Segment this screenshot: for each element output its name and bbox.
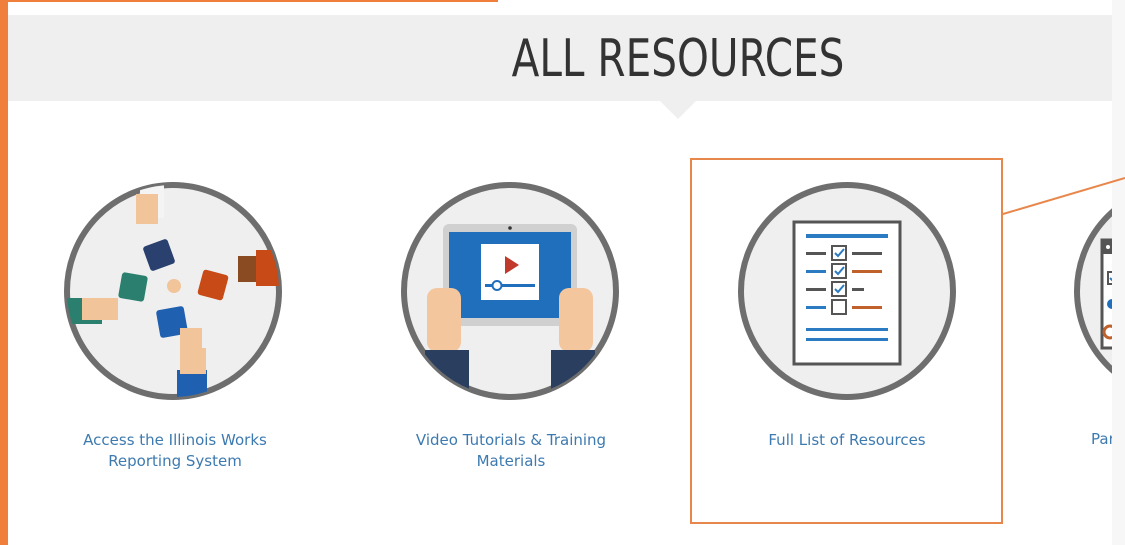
left-accent-stripe bbox=[0, 0, 8, 545]
puzzle-hands-icon[interactable] bbox=[62, 180, 284, 402]
highlight-callout-box bbox=[690, 158, 1003, 524]
top-accent-strip bbox=[8, 0, 498, 2]
video-tablet-icon[interactable] bbox=[399, 180, 621, 402]
page-title: ALL RESOURCES bbox=[511, 29, 845, 89]
right-edge-panel bbox=[1112, 0, 1125, 545]
header-pointer bbox=[660, 101, 696, 119]
card-label[interactable]: Access the Illinois Works Reporting Syste… bbox=[40, 430, 310, 472]
card-label[interactable]: Video Tutorials & Training Materials bbox=[376, 430, 646, 472]
